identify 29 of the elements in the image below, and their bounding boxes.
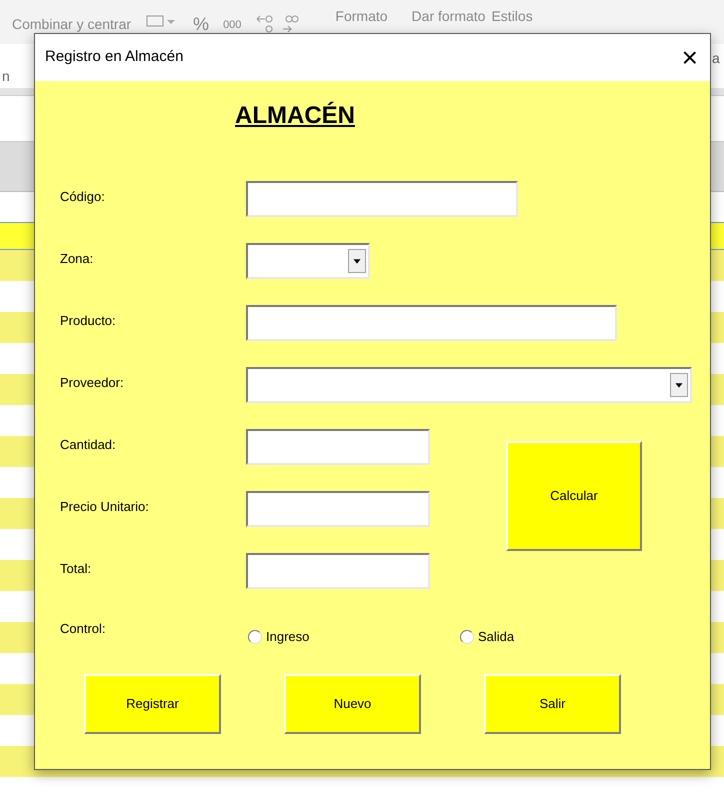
close-button[interactable]: × (682, 44, 698, 72)
field-label: Zona: (60, 250, 94, 268)
ribbon-label: a (712, 49, 721, 68)
field-label: Producto: (60, 312, 117, 330)
dropdown-field[interactable] (246, 243, 370, 279)
text-field[interactable] (246, 491, 430, 527)
form-button[interactable]: Registrar (84, 674, 221, 734)
text-field[interactable] (246, 429, 430, 465)
text-field[interactable] (246, 305, 617, 341)
decimal-icon[interactable] (255, 14, 302, 34)
field-label: Cantidad: (60, 436, 117, 454)
field-label: Control: (60, 620, 107, 638)
text-field[interactable] (246, 553, 430, 589)
radio-button[interactable] (248, 630, 262, 644)
form-button[interactable]: Calcular (506, 441, 642, 551)
radio-option[interactable]: Ingreso (248, 619, 460, 646)
field-label: Proveedor: (60, 374, 125, 392)
ribbon-label: n (1, 67, 11, 86)
form-heading: ALMACÉN (235, 100, 356, 130)
form-button[interactable]: Salir (484, 674, 621, 734)
window-title: Registro en Almacén (45, 47, 184, 68)
dropdown-field[interactable] (246, 367, 692, 403)
field-label: Código: (60, 188, 106, 206)
form-button[interactable]: Nuevo (284, 674, 421, 734)
field-label: Precio Unitario: (60, 498, 150, 516)
field-label: Total: (60, 560, 92, 578)
text-field[interactable] (246, 181, 518, 217)
radio-option[interactable]: Salida (460, 619, 514, 646)
radio-button[interactable] (460, 630, 474, 644)
